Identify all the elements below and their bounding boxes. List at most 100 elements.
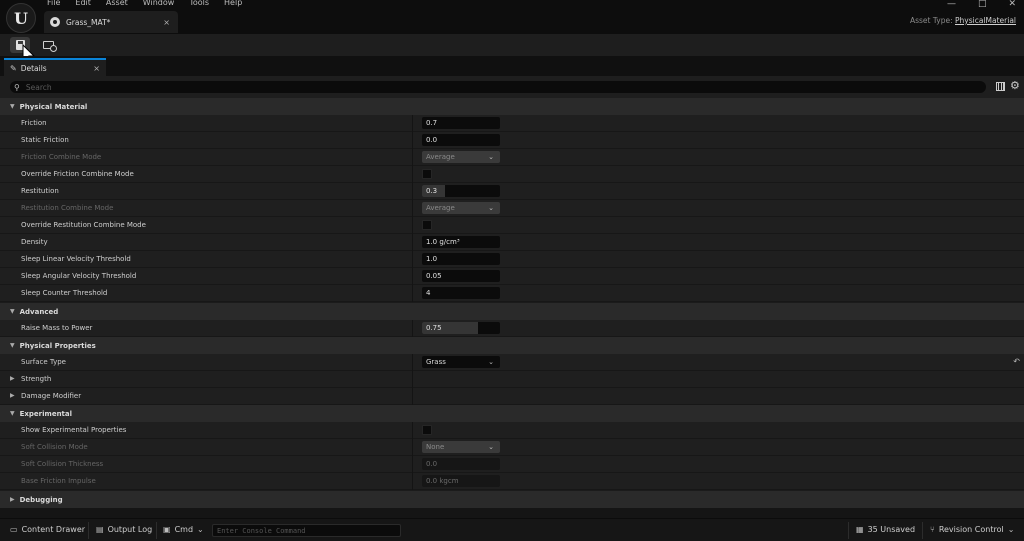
menu-edit[interactable]: Edit (75, 0, 91, 8)
gear-icon[interactable]: ⚙ (1010, 79, 1020, 92)
revision-control-button[interactable]: ⑂ Revision Control ⌄ (930, 525, 1018, 534)
minimize-icon[interactable]: — (947, 0, 956, 9)
menu-file[interactable]: File (47, 0, 60, 8)
asset-type-link[interactable]: PhysicalMaterial (955, 16, 1016, 25)
sleep-linear-velocity-input[interactable]: 1.0 (422, 253, 500, 265)
category-label: Physical Material (19, 102, 88, 111)
property-label: Restitution (21, 187, 59, 195)
unreal-logo-icon[interactable]: U (6, 3, 36, 33)
property-label: Density (21, 238, 48, 246)
static-friction-input[interactable]: 0.0 (422, 134, 500, 146)
sleep-angular-velocity-input[interactable]: 0.05 (422, 270, 500, 282)
category-physical-properties[interactable]: ▼ Physical Properties (0, 337, 1024, 354)
category-label: Debugging (19, 495, 63, 504)
property-label: Friction Combine Mode (21, 153, 102, 161)
close-window-icon[interactable]: ✕ (1008, 0, 1016, 9)
surface-type-dropdown[interactable]: Grass ⌄ (422, 356, 500, 368)
expand-arrow-icon: ▶ (10, 375, 15, 382)
show-experimental-checkbox[interactable] (422, 425, 432, 435)
details-tab[interactable]: ✎ Details × (4, 58, 106, 76)
status-bar: ▭ Content Drawer ▤ Output Log ▣ Cmd ⌄ ▦ … (0, 518, 1024, 541)
menu-window[interactable]: Window (143, 0, 175, 8)
chevron-down-icon: ⌄ (488, 358, 494, 366)
property-raise-mass-to-power: Raise Mass to Power 0.75 (0, 320, 1024, 337)
property-label: Soft Collision Mode (21, 443, 88, 451)
search-row: ⚲ ⚙ (0, 76, 1024, 98)
chevron-down-icon: ⌄ (488, 443, 494, 451)
property-soft-collision-thickness: Soft Collision Thickness 0.0 (0, 456, 1024, 473)
property-label: Override Restitution Combine Mode (21, 221, 146, 229)
document-tab[interactable]: Grass_MAT* × (44, 11, 178, 33)
property-label: Surface Type (21, 358, 66, 366)
property-sleep-counter-threshold: Sleep Counter Threshold 4 (0, 285, 1024, 302)
property-label: Damage Modifier (21, 392, 82, 400)
raise-mass-slider[interactable]: 0.75 (422, 322, 500, 334)
menu-tools[interactable]: Tools (189, 0, 209, 8)
category-debugging[interactable]: ▶ Debugging (0, 491, 1024, 508)
close-icon[interactable]: × (163, 18, 170, 27)
property-static-friction: Static Friction 0.0 (0, 132, 1024, 149)
category-experimental[interactable]: ▼ Experimental (0, 405, 1024, 422)
restitution-slider[interactable]: 0.3 (422, 185, 500, 197)
collapse-arrow-icon: ▼ (10, 342, 15, 349)
property-soft-collision-mode: Soft Collision Mode None ⌄ (0, 439, 1024, 456)
asset-icon (50, 17, 60, 27)
property-sleep-angular-velocity-threshold: Sleep Angular Velocity Threshold 0.05 (0, 268, 1024, 285)
unsaved-button[interactable]: ▦ 35 Unsaved (856, 525, 915, 534)
console-command-input[interactable] (212, 524, 401, 537)
property-label: Restitution Combine Mode (21, 204, 114, 212)
menu-bar: File Edit Asset Window Tools Help (47, 0, 257, 8)
output-log-button[interactable]: ▤ Output Log (96, 525, 152, 534)
property-sleep-linear-velocity-threshold: Sleep Linear Velocity Threshold 1.0 (0, 251, 1024, 268)
friction-input[interactable]: 0.7 (422, 117, 500, 129)
restitution-combine-mode-dropdown[interactable]: Average ⌄ (422, 202, 500, 214)
maximize-icon[interactable]: □ (978, 0, 987, 9)
browse-button[interactable] (38, 37, 58, 53)
soft-collision-mode-dropdown[interactable]: None ⌄ (422, 441, 500, 453)
property-friction: Friction 0.7 (0, 115, 1024, 132)
expand-arrow-icon: ▶ (10, 496, 15, 503)
density-input[interactable]: 1.0 g/cm³ (422, 236, 500, 248)
unsaved-assets-icon: ▦ (856, 525, 864, 534)
override-restitution-combine-mode-checkbox[interactable] (422, 220, 432, 230)
asset-type-indicator: Asset Type: PhysicalMaterial (910, 16, 1016, 25)
property-group-strength[interactable]: ▶ Strength (0, 371, 1024, 388)
collapse-arrow-icon: ▼ (10, 410, 15, 417)
details-panel: ▼ Physical Material Friction 0.7 Static … (0, 98, 1024, 508)
content-drawer-button[interactable]: ▭ Content Drawer (10, 525, 85, 534)
details-tab-bar: ✎ Details × (0, 56, 1024, 76)
content-drawer-label: Content Drawer (21, 525, 86, 534)
toolbar (0, 34, 1024, 56)
category-physical-material[interactable]: ▼ Physical Material (0, 98, 1024, 115)
cmd-selector[interactable]: ▣ Cmd ⌄ (163, 525, 208, 534)
base-friction-impulse-input[interactable]: 0.0 kgcm (422, 475, 500, 487)
friction-combine-mode-dropdown[interactable]: Average ⌄ (422, 151, 500, 163)
collapse-arrow-icon: ▼ (10, 308, 15, 315)
property-group-damage-modifier[interactable]: ▶ Damage Modifier (0, 388, 1024, 405)
search-icon: ⚲ (14, 82, 20, 92)
window-controls: — □ ✕ (947, 0, 1016, 9)
document-tab-label: Grass_MAT* (66, 17, 111, 27)
property-label: Friction (21, 119, 47, 127)
menu-help[interactable]: Help (224, 0, 242, 8)
property-show-experimental-properties: Show Experimental Properties (0, 422, 1024, 439)
property-label: Sleep Counter Threshold (21, 289, 108, 297)
property-label: Strength (21, 375, 52, 383)
sleep-counter-input[interactable]: 4 (422, 287, 500, 299)
chevron-down-icon: ⌄ (197, 525, 204, 534)
property-restitution: Restitution 0.3 (0, 183, 1024, 200)
soft-collision-thickness-input[interactable]: 0.0 (422, 458, 500, 470)
reset-to-default-icon[interactable]: ↶ (1013, 357, 1020, 366)
table-view-icon[interactable] (996, 82, 1005, 91)
close-icon[interactable]: × (93, 64, 100, 73)
pencil-icon: ✎ (10, 63, 17, 73)
content-drawer-icon: ▭ (10, 525, 18, 534)
category-advanced[interactable]: ▼ Advanced (0, 303, 1024, 320)
search-input[interactable] (25, 82, 926, 92)
override-friction-combine-mode-checkbox[interactable] (422, 169, 432, 179)
property-label: Sleep Linear Velocity Threshold (21, 255, 131, 263)
menu-asset[interactable]: Asset (106, 0, 128, 8)
property-density: Density 1.0 g/cm³ (0, 234, 1024, 251)
property-restitution-combine-mode: Restitution Combine Mode Average ⌄ (0, 200, 1024, 217)
asset-type-label: Asset Type: (909, 16, 953, 25)
